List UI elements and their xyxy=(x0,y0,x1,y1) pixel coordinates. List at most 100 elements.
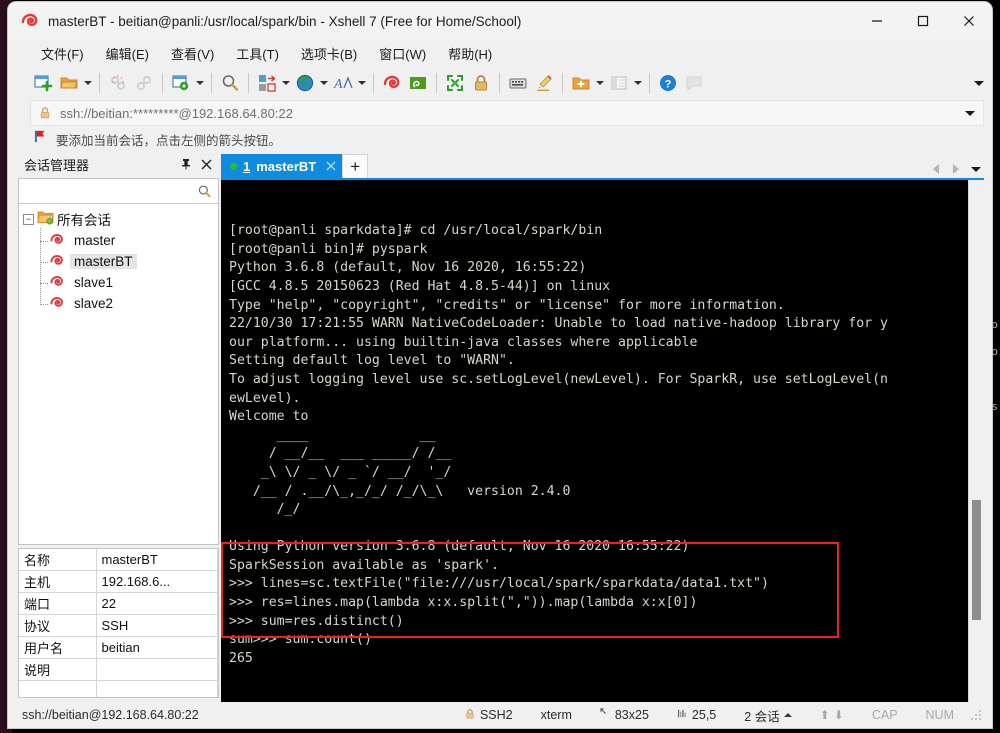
status-protocol[interactable]: SSH2 xyxy=(450,708,527,723)
session-search-input[interactable] xyxy=(19,184,197,198)
status-size[interactable]: 83x25 xyxy=(586,708,663,722)
menu-file[interactable]: 文件(F) xyxy=(30,41,95,66)
session-properties-dropdown-icon[interactable] xyxy=(194,70,206,96)
session-properties-icon[interactable] xyxy=(168,70,194,96)
help-icon[interactable]: ? xyxy=(655,70,681,96)
status-right-group: SSH2 xterm 83x25 25,5 2 会话 ⬆ ⬇ CAP NUM xyxy=(450,706,992,725)
terminal-lines: [root@panli sparkdata]# cd /usr/local/sp… xyxy=(229,222,968,668)
scrollbar-thumb[interactable] xyxy=(972,500,981,620)
terminal-line: /__ / .__/\_,_/_/ /_/\_\ version 2.4.0 xyxy=(229,483,571,499)
add-to-folder-icon[interactable] xyxy=(568,70,594,96)
pin-icon[interactable] xyxy=(177,155,195,173)
lock-icon[interactable] xyxy=(468,70,494,96)
property-value xyxy=(96,658,218,681)
menu-tools[interactable]: 工具(T) xyxy=(225,41,290,66)
address-dropdown-icon[interactable] xyxy=(965,101,975,125)
session-manager-title: 会话管理器 xyxy=(24,157,90,173)
reconnect-icon xyxy=(131,70,157,96)
menu-window[interactable]: 窗口(W) xyxy=(368,41,437,66)
terminal-line: ewLevel). xyxy=(229,390,301,406)
status-term-type[interactable]: xterm xyxy=(527,708,586,722)
hint-text: 要添加当前会话，点击左侧的箭头按钮。 xyxy=(56,133,282,148)
table-row: 说明 xyxy=(19,658,218,681)
terminal-line: >>> sum=res.distinct() xyxy=(229,613,404,629)
status-num-lock: NUM xyxy=(925,708,954,722)
session-item-master[interactable]: master xyxy=(35,230,218,251)
session-icon xyxy=(49,231,65,250)
new-tab-button[interactable]: + xyxy=(342,154,369,178)
tab-status-dot xyxy=(230,162,237,170)
minimize-button[interactable] xyxy=(854,2,900,40)
property-key: 端口 xyxy=(19,592,97,615)
menu-tabs[interactable]: 选项卡(B) xyxy=(290,41,368,66)
address-bar[interactable]: ssh://beitian:*********@192.168.64.80:22 xyxy=(30,100,984,126)
search-icon[interactable] xyxy=(217,70,243,96)
toolbar-separator xyxy=(562,73,563,93)
status-sessions[interactable]: 2 会话 xyxy=(730,706,805,725)
status-size-label: 83x25 xyxy=(614,708,649,722)
chevron-up-icon[interactable] xyxy=(783,713,792,717)
close-button[interactable] xyxy=(946,2,992,40)
xftp-icon[interactable] xyxy=(405,70,431,96)
layout-dropdown-icon[interactable] xyxy=(632,70,644,96)
new-session-icon[interactable] xyxy=(30,70,56,96)
status-position[interactable]: 25,5 xyxy=(663,708,730,722)
fullscreen-icon[interactable] xyxy=(442,70,468,96)
web-browser-dropdown-icon[interactable] xyxy=(318,70,330,96)
terminal-scrollbar[interactable] xyxy=(968,180,984,702)
tab-close-icon[interactable] xyxy=(326,159,336,174)
terminal-line: [GCC 4.8.5 20150623 (Red Hat 4.8.5-44)] … xyxy=(229,278,611,294)
search-icon[interactable] xyxy=(197,184,212,199)
tree-root-all-sessions[interactable]: − 所有会话 xyxy=(19,208,218,230)
size-icon xyxy=(600,708,611,722)
tab-next-icon[interactable] xyxy=(950,163,962,175)
terminal-line: 265 xyxy=(229,650,253,666)
resize-grip-icon[interactable] xyxy=(970,709,982,721)
web-browser-icon[interactable] xyxy=(292,70,318,96)
highlight-icon[interactable] xyxy=(531,70,557,96)
transfer-dropdown-icon[interactable] xyxy=(280,70,292,96)
status-caps-lock: CAP xyxy=(871,708,898,722)
tab-list-icon[interactable] xyxy=(970,163,982,175)
panel-close-icon[interactable] xyxy=(197,155,215,173)
session-item-masterbt[interactable]: masterBT xyxy=(35,251,218,272)
open-folder-dropdown-icon[interactable] xyxy=(82,70,94,96)
folder-icon xyxy=(37,210,54,228)
background-text: o xyxy=(991,345,998,358)
menu-help[interactable]: 帮助(H) xyxy=(437,41,503,66)
terminal-line: >>> lines=sc.textFile("file:///usr/local… xyxy=(229,576,769,592)
toolbar-overflow-button[interactable] xyxy=(974,66,984,100)
xshell-icon[interactable] xyxy=(379,70,405,96)
tab-masterbt[interactable]: 1 masterBT xyxy=(221,154,343,178)
session-item-slave2[interactable]: slave2 xyxy=(35,293,218,314)
session-icon xyxy=(49,294,65,313)
terminal-output[interactable]: [root@panli sparkdata]# cd /usr/local/sp… xyxy=(221,180,968,702)
session-tree[interactable]: − 所有会话 master masterBT slave1 slave2 xyxy=(18,204,219,545)
terminal-line: To adjust logging level use sc.setLogLev… xyxy=(229,371,888,387)
property-key: 用户名 xyxy=(19,636,97,659)
menu-edit[interactable]: 编辑(E) xyxy=(95,41,160,66)
open-folder-icon[interactable] xyxy=(56,70,82,96)
toolbar-separator xyxy=(373,73,374,93)
add-to-folder-dropdown-icon[interactable] xyxy=(594,70,606,96)
menu-view[interactable]: 查看(V) xyxy=(160,41,225,66)
session-search-box[interactable] xyxy=(18,178,219,204)
session-item-slave1[interactable]: slave1 xyxy=(35,272,218,293)
lock-icon xyxy=(38,106,52,120)
transfer-icon[interactable] xyxy=(254,70,280,96)
terminal-line: [root@panli sparkdata]# cd /usr/local/sp… xyxy=(229,223,603,239)
table-row: 端口 22 xyxy=(19,592,218,615)
font-dropdown-icon[interactable] xyxy=(356,70,368,96)
maximize-button[interactable] xyxy=(900,2,946,40)
session-label: slave1 xyxy=(74,275,114,290)
window-body: 会话管理器 − 所有会话 master masterBT slave1 slav… xyxy=(8,152,992,702)
font-icon[interactable]: A xyxy=(330,70,356,96)
terminal-line: Setting default log level to "WARN". xyxy=(229,353,515,369)
tab-prev-icon[interactable] xyxy=(930,163,942,175)
terminal-line: 22/10/30 17:21:55 WARN NativeCodeLoader:… xyxy=(229,316,888,332)
tree-expander-icon[interactable]: − xyxy=(23,213,34,225)
session-manager-panel: 会话管理器 − 所有会话 master masterBT slave1 slav… xyxy=(16,152,221,702)
terminal-line: our platform... using builtin-java class… xyxy=(229,334,698,350)
toolbar-separator xyxy=(248,73,249,93)
keyboard-icon[interactable] xyxy=(505,70,531,96)
